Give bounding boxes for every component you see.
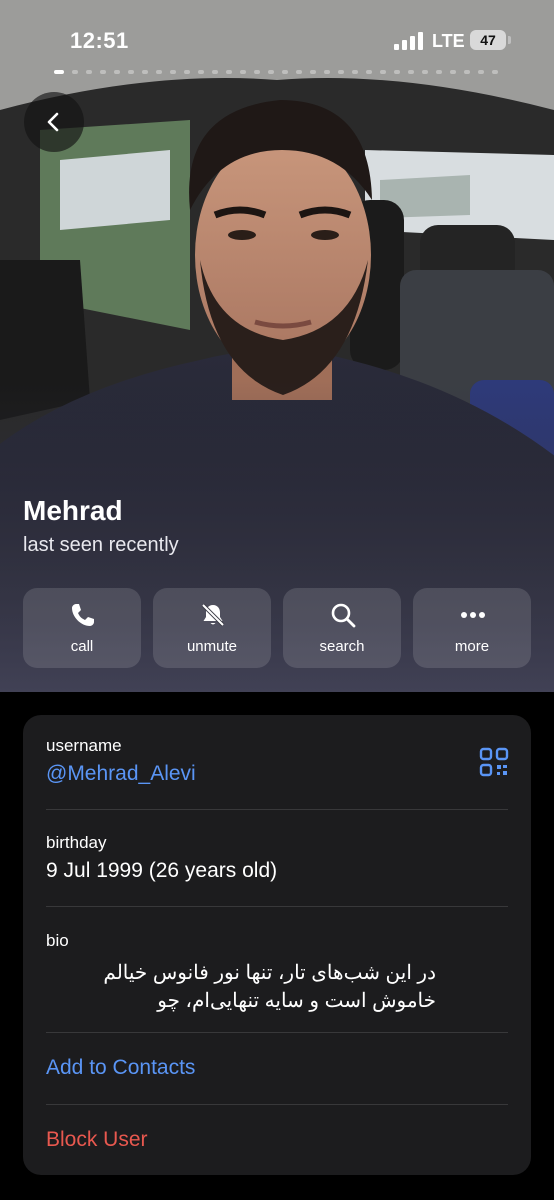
birthday-label: birthday — [46, 833, 107, 852]
more-button[interactable]: more — [413, 588, 531, 668]
add-to-contacts-button[interactable]: Add to Contacts — [46, 1056, 195, 1080]
photo-progress-segment — [450, 70, 456, 74]
unmute-label: unmute — [186, 638, 238, 655]
more-label: more — [454, 638, 490, 655]
call-button[interactable]: call — [23, 588, 141, 668]
profile-status: last seen recently — [23, 534, 179, 556]
photo-progress-segment — [114, 70, 120, 74]
qr-code-icon[interactable] — [479, 747, 509, 777]
photo-progress-segment — [212, 70, 218, 74]
photo-progress-segment — [184, 70, 190, 74]
unmute-button[interactable]: unmute — [153, 588, 271, 668]
photo-progress-segment — [142, 70, 148, 74]
photo-progress-segment — [240, 70, 246, 74]
back-button[interactable] — [24, 92, 84, 152]
network-type: LTE — [432, 31, 465, 51]
search-button[interactable]: search — [283, 588, 401, 668]
phone-icon — [72, 604, 94, 626]
photo-progress-segment — [366, 70, 372, 74]
photo-progress-segment — [170, 70, 176, 74]
profile-info-card: username @Mehrad_Alevi birthday 9 Jul 19… — [23, 715, 531, 1175]
divider — [46, 809, 508, 810]
photo-progress-bars — [54, 70, 500, 74]
photo-progress-segment — [198, 70, 204, 74]
profile-name: Mehrad — [23, 495, 123, 526]
profile-header: 12:51 LTE 47 Mehrad last seen recently c… — [0, 0, 554, 692]
photo-progress-segment — [254, 70, 260, 74]
photo-progress-segment — [72, 70, 78, 74]
photo-progress-segment — [394, 70, 400, 74]
photo-progress-segment — [100, 70, 106, 74]
search-label: search — [319, 638, 365, 655]
username-label: username — [46, 736, 122, 755]
photo-progress-segment — [296, 70, 302, 74]
username-value[interactable]: @Mehrad_Alevi — [46, 762, 196, 786]
photo-progress-segment — [338, 70, 344, 74]
divider — [46, 906, 508, 907]
status-bar: 12:51 LTE 47 — [0, 0, 554, 80]
battery-level: 47 — [480, 32, 496, 48]
photo-progress-segment — [478, 70, 484, 74]
photo-progress-segment — [422, 70, 428, 74]
photo-progress-segment — [324, 70, 330, 74]
photo-progress-segment — [310, 70, 316, 74]
birthday-value: 9 Jul 1999 (26 years old) — [46, 859, 278, 882]
photo-progress-segment — [282, 70, 288, 74]
bio-label: bio — [46, 931, 69, 950]
action-buttons: call unmute search more — [23, 588, 531, 668]
photo-progress-segment — [226, 70, 232, 74]
photo-progress-segment — [86, 70, 92, 74]
photo-progress-segment — [492, 70, 498, 74]
search-icon — [331, 603, 356, 628]
chevron-left-icon — [47, 112, 59, 132]
photo-progress-segment — [352, 70, 358, 74]
photo-progress-segment — [408, 70, 414, 74]
block-user-button[interactable]: Block User — [46, 1128, 148, 1152]
photo-progress-segment — [436, 70, 442, 74]
photo-progress-segment — [54, 70, 64, 74]
status-time: 12:51 — [70, 28, 129, 53]
call-label: call — [70, 638, 94, 655]
battery-icon: 47 — [470, 30, 511, 50]
divider — [46, 1032, 508, 1033]
photo-progress-segment — [128, 70, 134, 74]
signal-icon — [394, 32, 423, 50]
photo-progress-segment — [380, 70, 386, 74]
photo-progress-segment — [156, 70, 162, 74]
photo-progress-segment — [268, 70, 274, 74]
divider — [46, 1104, 508, 1105]
more-dots-icon — [461, 612, 485, 618]
bell-slash-icon — [201, 603, 225, 627]
photo-progress-segment — [464, 70, 470, 74]
bio-value: در این شب‌های تار، تنها نور فانوس خیالم … — [103, 962, 436, 1012]
